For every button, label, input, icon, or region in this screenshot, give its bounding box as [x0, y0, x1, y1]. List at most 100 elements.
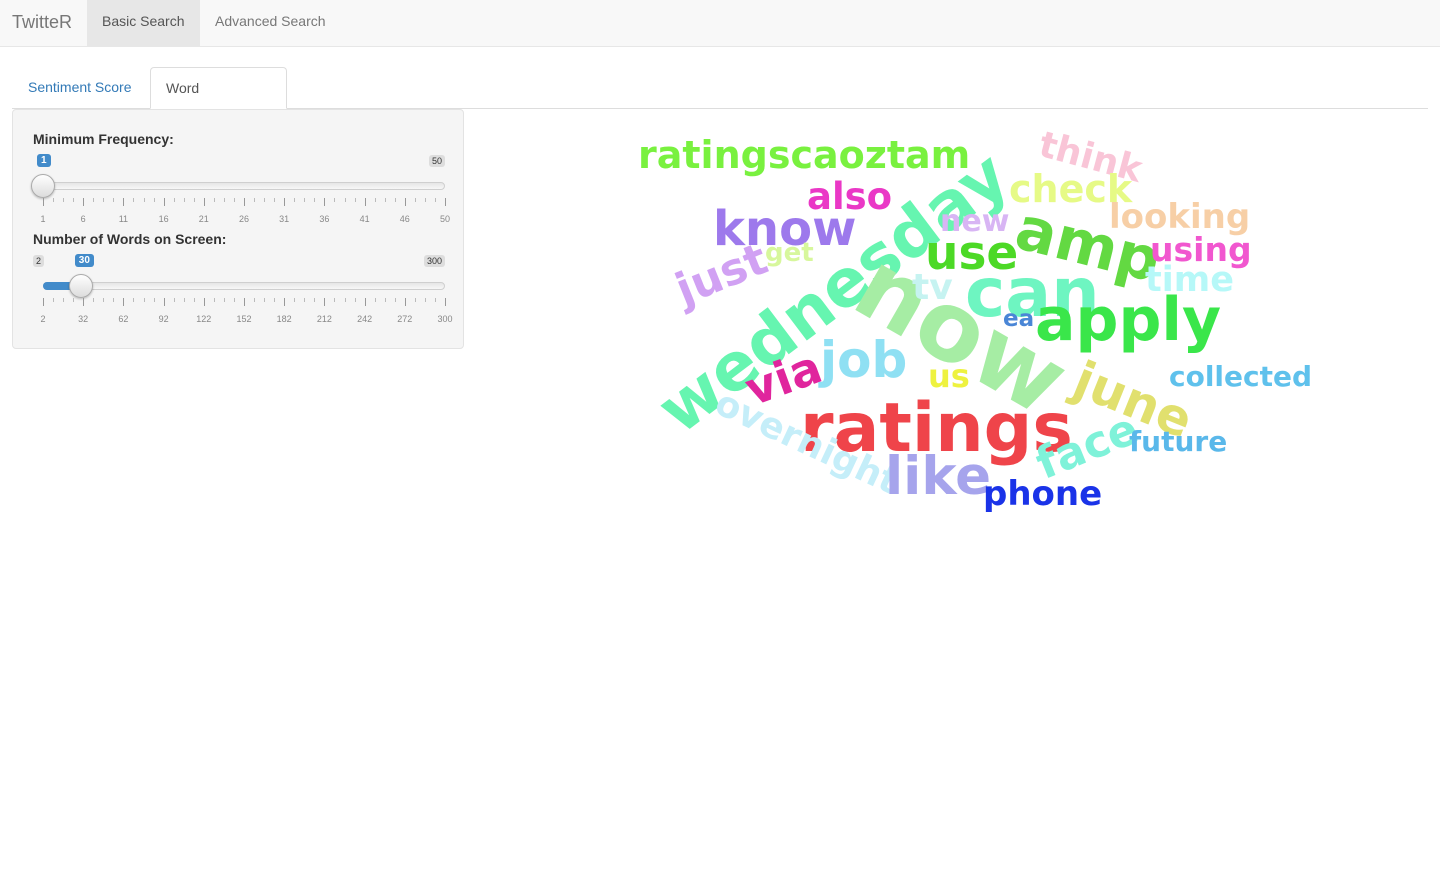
slider-tick: [163, 198, 165, 206]
min-frequency-ticks: [43, 198, 446, 208]
slider-minor-tick: [304, 298, 306, 302]
slider-grid-label: 26: [238, 214, 250, 224]
slider-grid-label: 122: [196, 314, 212, 324]
slider-tick: [244, 298, 245, 306]
slider-minor-tick: [53, 298, 55, 302]
word-cloud-word: tv: [912, 267, 953, 308]
word-cloud-word: apply: [1035, 285, 1222, 355]
slider-tick: [163, 298, 165, 306]
slider-minor-tick: [103, 298, 105, 302]
slider-minor-tick: [424, 198, 426, 202]
slider-minor-tick: [153, 198, 155, 202]
slider-minor-tick: [63, 298, 65, 302]
min-frequency-slider[interactable]: 1 50 1 6 11 16 21 26 31 36 41 46 50: [31, 132, 450, 224]
slider-tick: [364, 198, 366, 206]
nav-basic-search[interactable]: Basic Search: [87, 0, 200, 46]
slider-grid-label: 242: [357, 314, 373, 324]
min-frequency-handle[interactable]: [31, 174, 55, 198]
navbar: TwitteR Basic Search Advanced Search: [0, 0, 1440, 47]
slider-grid-label: 50: [439, 214, 451, 224]
slider-minor-tick: [173, 298, 175, 302]
slider-minor-tick: [434, 298, 436, 302]
word-cloud-word: ratingscaoztam: [638, 133, 971, 177]
slider-grid-label: 212: [316, 314, 332, 324]
slider-grid-label: 11: [118, 214, 129, 224]
app-brand[interactable]: TwitteR: [12, 12, 72, 33]
slider-tick: [83, 198, 85, 206]
slider-grid-label: 41: [359, 214, 370, 224]
slider-minor-tick: [264, 198, 266, 202]
slider-minor-tick: [113, 198, 115, 202]
word-cloud-word: phone: [983, 474, 1103, 514]
word-cloud-word: us: [928, 357, 970, 395]
slider-grid-label: 182: [276, 314, 292, 324]
num-words-track[interactable]: [43, 282, 445, 290]
slider-grid-label: 21: [198, 214, 209, 224]
slider-minor-tick: [414, 198, 416, 202]
num-words-value-label: 30: [74, 254, 94, 267]
num-words-slider[interactable]: 2 30 300 2 32 62 92 122 152 182 212 242 272 300: [33, 232, 453, 324]
slider-grid-label: 2: [40, 314, 46, 324]
word-cloud-word: looking: [1109, 197, 1251, 237]
slider-tick: [203, 298, 205, 306]
slider-minor-tick: [424, 298, 426, 302]
slider-tick: [324, 198, 326, 206]
slider-tick: [284, 198, 286, 206]
slider-grid-label: 152: [236, 314, 252, 324]
slider-minor-tick: [143, 198, 145, 202]
slider-grid-label: 36: [319, 214, 330, 224]
slider-tick: [445, 298, 446, 306]
slider-minor-tick: [153, 298, 155, 302]
slider-minor-tick: [334, 198, 336, 202]
slider-minor-tick: [294, 298, 296, 302]
slider-minor-tick: [113, 298, 115, 302]
slider-minor-tick: [143, 298, 145, 302]
controls-panel: Minimum Frequency: 1 50 1 6 11 16 21 26 31 36 41…: [12, 109, 464, 349]
slider-minor-tick: [233, 198, 235, 202]
slider-tick: [324, 298, 326, 306]
tab-word-correlation[interactable]: Word Correlation: [150, 67, 287, 136]
tab-sentiment-score[interactable]: Sentiment Score: [13, 67, 147, 109]
word-cloud-word: collected: [1169, 360, 1313, 393]
slider-minor-tick: [374, 298, 376, 302]
num-words-handle[interactable]: [68, 274, 93, 298]
slider-tick: [244, 198, 245, 206]
slider-minor-tick: [304, 198, 306, 202]
slider-tick: [404, 298, 406, 306]
word-cloud-word: job: [820, 331, 908, 389]
slider-minor-tick: [314, 198, 316, 202]
slider-minor-tick: [213, 198, 215, 202]
slider-minor-tick: [173, 198, 175, 202]
slider-minor-tick: [183, 298, 185, 302]
slider-grid-label: 46: [399, 214, 410, 224]
slider-minor-tick: [354, 298, 356, 302]
slider-tick: [404, 198, 406, 206]
slider-minor-tick: [233, 298, 235, 302]
slider-tick: [43, 298, 44, 306]
slider-minor-tick: [254, 298, 256, 302]
slider-minor-tick: [434, 198, 436, 202]
slider-minor-tick: [254, 198, 256, 202]
slider-grid-label: 32: [78, 314, 89, 324]
slider-minor-tick: [274, 298, 276, 302]
slider-minor-tick: [274, 198, 276, 202]
slider-minor-tick: [183, 198, 185, 202]
slider-tick: [284, 298, 286, 306]
min-frequency-track[interactable]: [43, 182, 445, 190]
slider-minor-tick: [394, 298, 396, 302]
slider-minor-tick: [53, 198, 55, 202]
slider-minor-tick: [223, 298, 225, 302]
slider-tick: [43, 198, 44, 206]
nav-advanced-search[interactable]: Advanced Search: [200, 0, 341, 46]
slider-minor-tick: [223, 198, 225, 202]
word-cloud-word: get: [765, 238, 814, 268]
slider-minor-tick: [264, 298, 266, 302]
slider-minor-tick: [394, 198, 396, 202]
word-cloud: ratingscaoztam wednesday think check also kno…: [480, 110, 1440, 514]
slider-minor-tick: [414, 298, 416, 302]
num-words-ticks: [43, 298, 446, 308]
min-frequency-max-label: 50: [428, 155, 445, 167]
slider-minor-tick: [334, 298, 336, 302]
num-words-max-label: 300: [423, 255, 445, 267]
word-cloud-word: ea: [1003, 306, 1035, 332]
